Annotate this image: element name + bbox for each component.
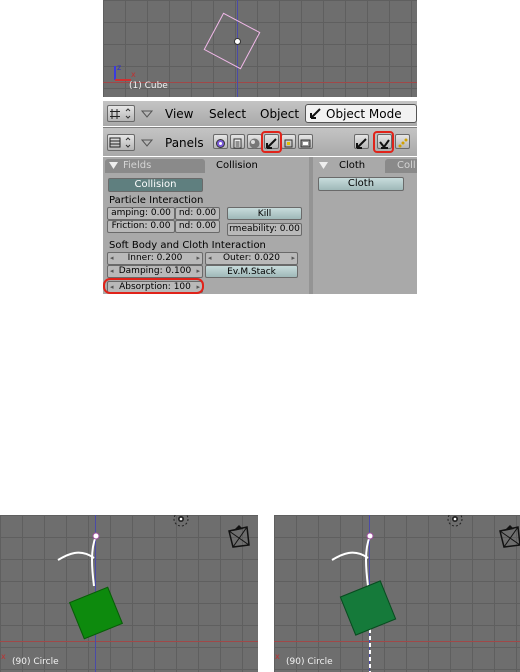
tab-collision[interactable]: Collision (205, 159, 309, 173)
sb-damping-field[interactable]: ◂ Damping: 0.100 ▸ (107, 265, 203, 278)
arrow-left-icon: ◂ (110, 267, 114, 275)
highlight-physics-subtab (373, 131, 394, 153)
viewport-object-label: (90) Circle (286, 657, 333, 667)
tab-cloth[interactable]: Cloth (315, 159, 385, 173)
collapse-triangle-icon[interactable] (141, 109, 153, 119)
panel-tab-bar: Fields Collision (103, 159, 309, 173)
cube-object[interactable] (203, 12, 261, 70)
arrow-right-icon: ▸ (196, 267, 200, 275)
object-subtab-icon[interactable] (354, 134, 369, 149)
menu-view[interactable]: View (165, 107, 193, 121)
damping-field[interactable]: amping: 0.00 (107, 207, 175, 220)
buttons-header: Panels (103, 127, 417, 156)
tab-fields[interactable]: Fields (105, 159, 205, 173)
axis-widget-icon: x (275, 652, 280, 661)
panel-collapse-icon (319, 162, 328, 169)
lamp-icon (447, 515, 463, 527)
collapse-triangle-icon-2[interactable] (141, 138, 153, 148)
axis-widget-icon: x (1, 652, 6, 661)
scene-icon[interactable] (298, 134, 313, 149)
view3d-header: View Select Object Object Mode (103, 101, 417, 126)
mode-label: Object Mode (326, 107, 402, 121)
viewport-object-label: (1) Cube (129, 81, 168, 91)
svg-text:x: x (275, 652, 280, 661)
tab-cloth-label: Cloth (339, 160, 366, 171)
mode-dropdown[interactable]: Object Mode (305, 104, 417, 123)
editor-type-icon-2[interactable] (107, 134, 135, 151)
highlight-object-panel (261, 131, 282, 153)
collision-toggle-button[interactable]: Collision (108, 178, 203, 192)
panel-collapse-icon (109, 162, 118, 169)
permeability-field[interactable]: rmeability: 0.00 (227, 223, 302, 236)
svg-text:x: x (1, 652, 6, 661)
arrow-left-icon: ◂ (110, 254, 114, 262)
camera-icon (499, 525, 520, 548)
arrow-right-icon: ▸ (196, 254, 200, 262)
x-axis-line (0, 641, 258, 642)
particles-subtab-icon[interactable] (395, 134, 410, 149)
tab-coll[interactable]: Coll (385, 159, 417, 173)
inner-field-value: Inner: 0.200 (127, 253, 183, 263)
object-origin (234, 38, 241, 45)
camera-icon (228, 525, 250, 548)
tab-collision-label: Collision (216, 160, 258, 171)
sb-damping-field-value: Damping: 0.100 (118, 266, 192, 276)
outer-field[interactable]: ◂ Outer: 0.020 ▸ (205, 252, 298, 265)
viewport-bottom-left[interactable]: (90) Circle x (0, 515, 258, 672)
arrow-right-icon: ▸ (291, 254, 295, 262)
cloth-toggle-button[interactable]: Cloth (318, 177, 404, 191)
panels-label: Panels (165, 136, 204, 150)
evmstack-button[interactable]: Ev.M.Stack (205, 265, 298, 278)
svg-text:z: z (117, 63, 121, 72)
buttons-window-icon (109, 137, 131, 148)
cloth-panel: Cloth Coll Cloth (313, 157, 417, 294)
tab-coll-label: Coll (397, 160, 416, 171)
rnd-friction-field[interactable]: nd: 0.00 (175, 220, 220, 233)
viewport-object-label: (90) Circle (12, 657, 59, 667)
grid-icon (110, 108, 131, 119)
highlight-absorption (103, 278, 204, 294)
menu-object[interactable]: Object (260, 107, 299, 121)
tab-fields-label: Fields (123, 160, 152, 171)
editing-icon[interactable] (281, 134, 296, 149)
object-mode-icon (310, 108, 321, 119)
arrow-left-icon: ◂ (208, 254, 212, 262)
particle-interaction-label: Particle Interaction (109, 195, 204, 206)
svg-text:x: x (131, 70, 136, 79)
collision-panel: Fields Collision Collision Particle Inte… (103, 157, 309, 294)
softbody-cloth-interaction-label: Soft Body and Cloth Interaction (109, 240, 266, 251)
top-3d-viewport[interactable]: z x (1) Cube (103, 0, 417, 97)
rnd-damping-field[interactable]: nd: 0.00 (175, 207, 220, 220)
shading-icon[interactable] (247, 134, 262, 149)
outer-field-value: Outer: 0.020 (222, 253, 281, 263)
inner-field[interactable]: ◂ Inner: 0.200 ▸ (107, 252, 203, 265)
kill-button[interactable]: Kill (227, 207, 302, 220)
lamp-icon (173, 515, 189, 527)
viewport-bottom-right[interactable]: (90) Circle x (274, 515, 520, 672)
logic-icon[interactable] (213, 134, 228, 149)
friction-field[interactable]: Friction: 0.00 (107, 220, 175, 233)
x-axis-line (274, 641, 520, 642)
menu-select[interactable]: Select (209, 107, 246, 121)
editor-type-icon[interactable] (107, 105, 135, 122)
script-icon[interactable] (230, 134, 245, 149)
